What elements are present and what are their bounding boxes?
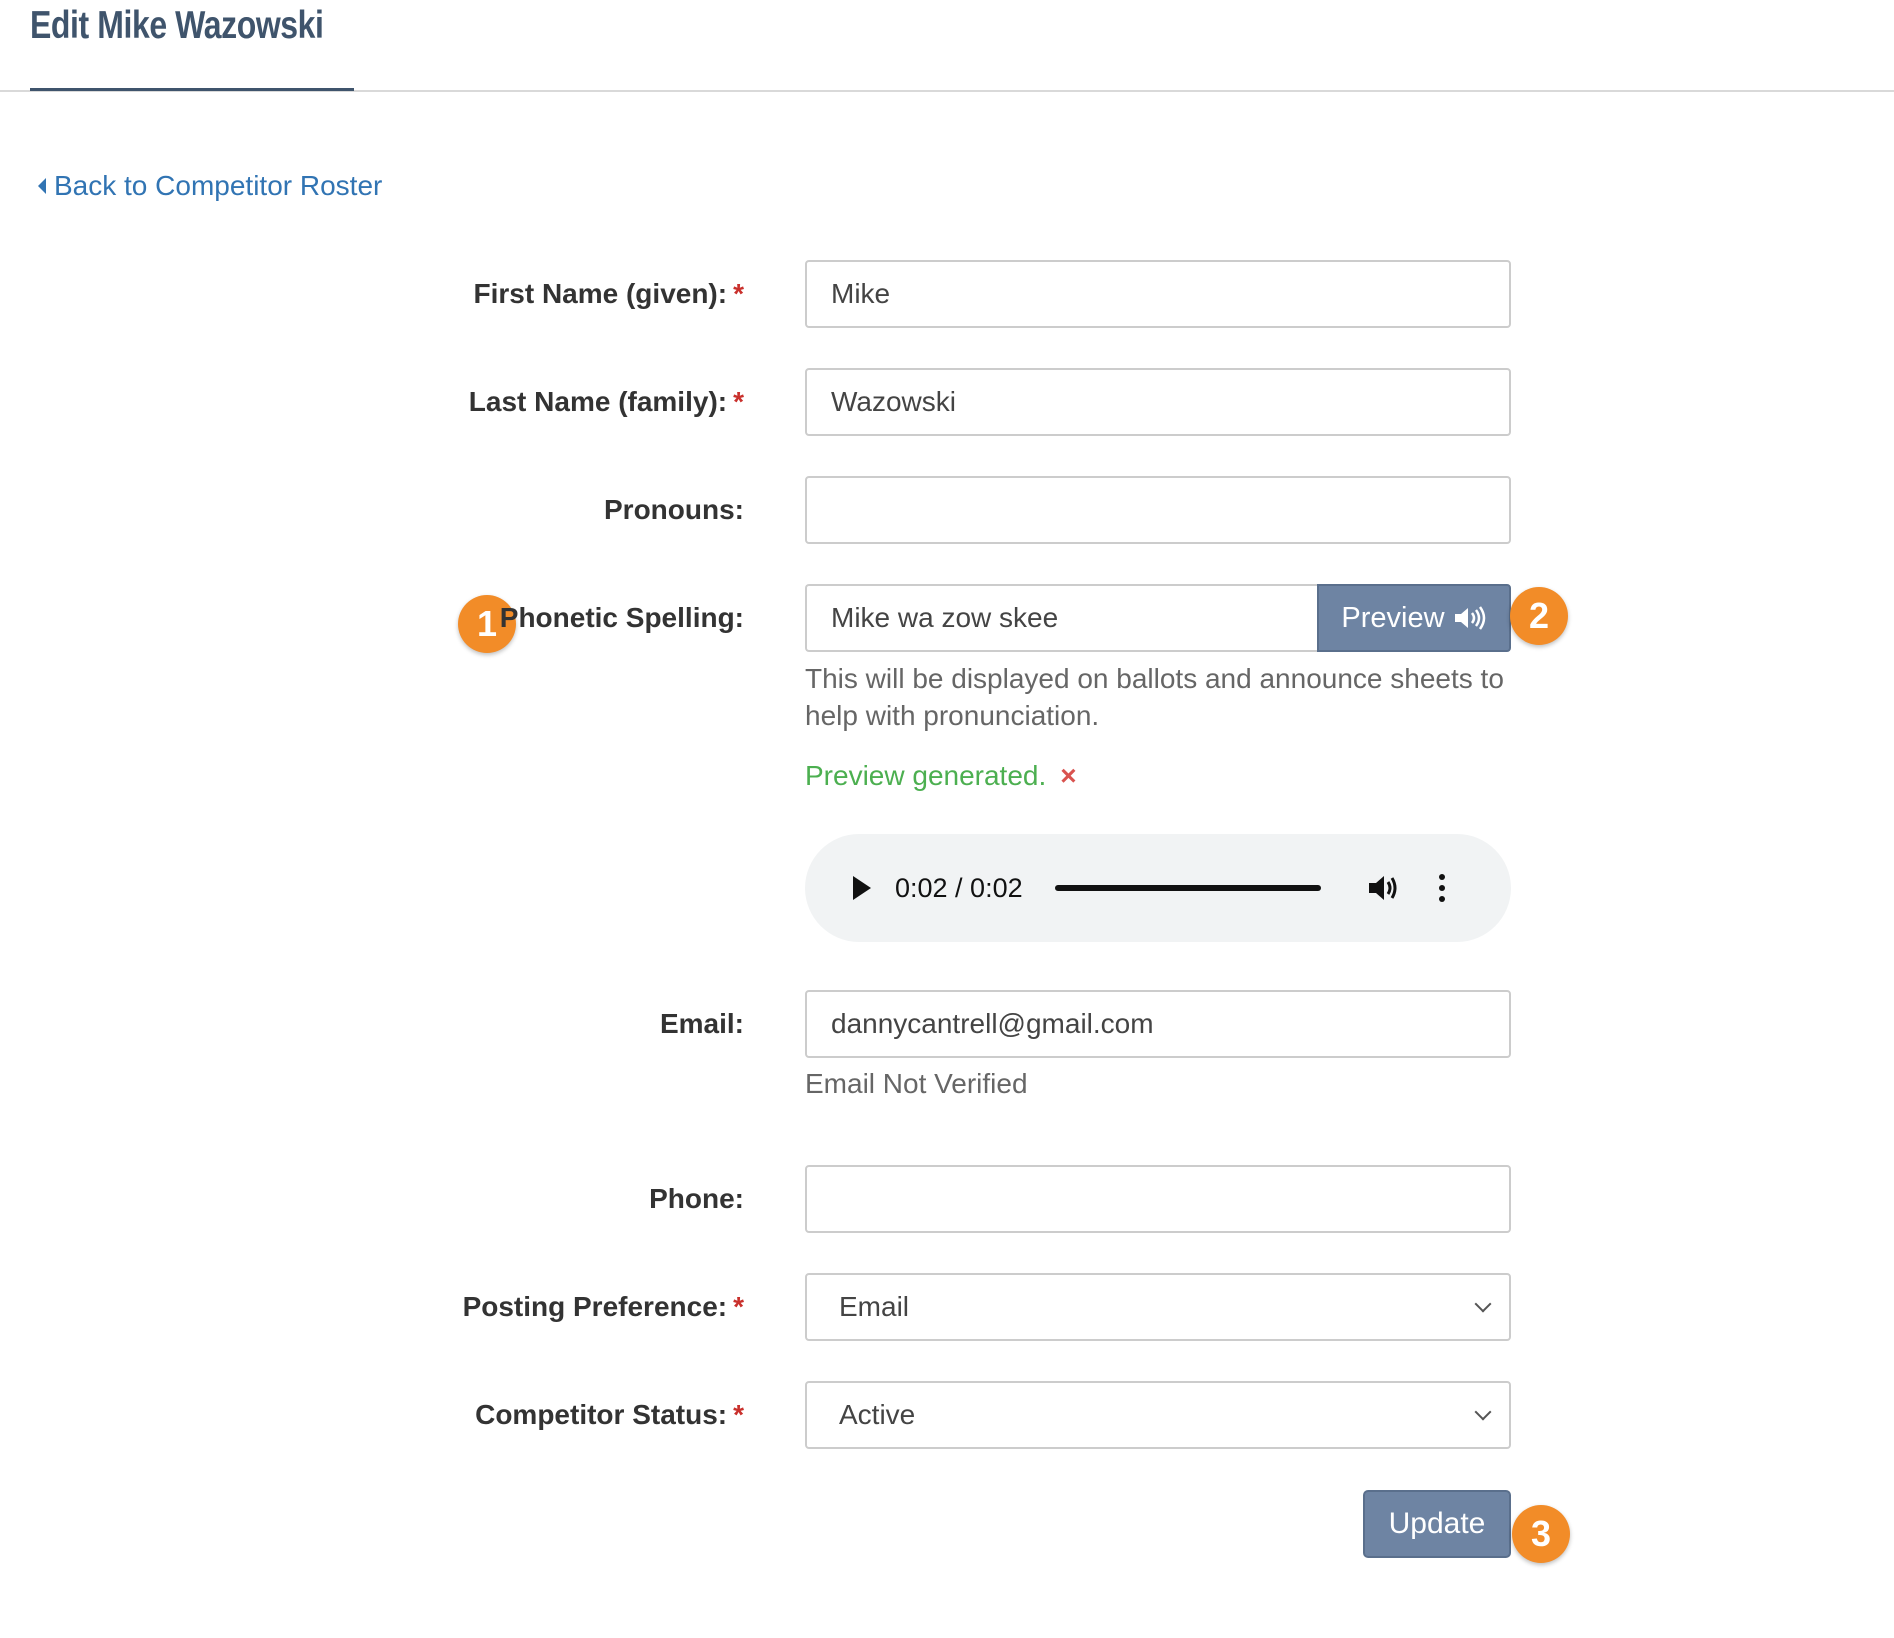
first-name-label-text: First Name (given): <box>473 278 728 309</box>
annotation-badge-3: 3 <box>1512 1505 1570 1563</box>
last-name-label: Last Name (family): * <box>469 386 744 418</box>
page-title: Edit Mike Wazowski <box>30 4 324 47</box>
email-value: dannycantrell@gmail.com <box>831 1008 1154 1039</box>
email-input[interactable]: dannycantrell@gmail.com <box>805 990 1511 1058</box>
title-underline <box>30 88 354 91</box>
caret-left-icon <box>38 178 46 194</box>
required-mark: * <box>733 1291 744 1322</box>
last-name-label-text: Last Name (family): <box>468 386 728 417</box>
first-name-input[interactable]: Mike <box>805 260 1511 328</box>
audio-time: 0:02 / 0:02 <box>895 872 1023 903</box>
email-label: Email: <box>660 1008 744 1040</box>
chevron-down-icon <box>1474 1295 1492 1313</box>
preview-button[interactable]: Preview <box>1317 584 1511 652</box>
phonetic-label-text: Phonetic Spelling: <box>499 602 744 633</box>
competitor-status-label: Competitor Status: * <box>475 1399 744 1431</box>
first-name-label: First Name (given): * <box>473 278 744 310</box>
back-link-label: Back to Competitor Roster <box>54 170 383 201</box>
posting-preference-value: Email <box>839 1291 910 1322</box>
last-name-value: Wazowski <box>831 386 956 417</box>
competitor-status-label-text: Competitor Status: <box>475 1399 728 1430</box>
posting-preference-label-text: Posting Preference: <box>462 1291 728 1322</box>
page-header: Edit Mike Wazowski <box>0 0 1894 92</box>
audio-player: 0:02 / 0:02 <box>805 834 1511 942</box>
last-name-input[interactable]: Wazowski <box>805 368 1511 436</box>
phone-input[interactable] <box>805 1165 1511 1233</box>
pronouns-input[interactable] <box>805 476 1511 544</box>
competitor-status-value: Active <box>839 1399 916 1430</box>
play-icon[interactable] <box>853 876 871 900</box>
preview-status: Preview generated. × <box>805 760 1077 792</box>
required-mark: * <box>733 278 744 309</box>
back-to-roster-link[interactable]: Back to Competitor Roster <box>38 170 382 202</box>
posting-preference-label: Posting Preference: * <box>463 1291 744 1323</box>
phone-label-text: Phone: <box>649 1183 744 1214</box>
competitor-status-select[interactable]: Active <box>805 1381 1511 1449</box>
annotation-badge-2: 2 <box>1510 587 1568 645</box>
phonetic-input-group: Mike wa zow skee Preview <box>805 584 1511 652</box>
phonetic-input[interactable]: Mike wa zow skee <box>805 584 1317 652</box>
email-label-text: Email: <box>659 1008 744 1039</box>
preview-status-text: Preview generated. <box>805 760 1047 791</box>
posting-preference-select[interactable]: Email <box>805 1273 1511 1341</box>
email-verification-status: Email Not Verified <box>805 1068 1028 1099</box>
more-options-icon[interactable] <box>1438 874 1445 902</box>
phonetic-help-text: This will be displayed on ballots and an… <box>805 663 1504 731</box>
pronouns-label-text: Pronouns: <box>604 494 744 525</box>
phonetic-value: Mike wa zow skee <box>831 602 1059 633</box>
phone-label: Phone: <box>649 1183 744 1215</box>
update-button[interactable]: Update <box>1363 1490 1511 1558</box>
preview-button-label: Preview <box>1341 601 1445 634</box>
close-icon[interactable]: × <box>1060 760 1076 792</box>
phonetic-label: Phonetic Spelling: <box>500 602 744 634</box>
volume-icon[interactable] <box>1367 873 1401 903</box>
speaker-icon <box>1454 606 1485 630</box>
first-name-value: Mike <box>831 278 891 309</box>
chevron-down-icon <box>1474 1403 1492 1421</box>
audio-progress-bar[interactable] <box>1054 885 1321 891</box>
required-mark: * <box>733 1399 744 1430</box>
pronouns-label: Pronouns: <box>604 494 744 526</box>
required-mark: * <box>733 386 744 417</box>
